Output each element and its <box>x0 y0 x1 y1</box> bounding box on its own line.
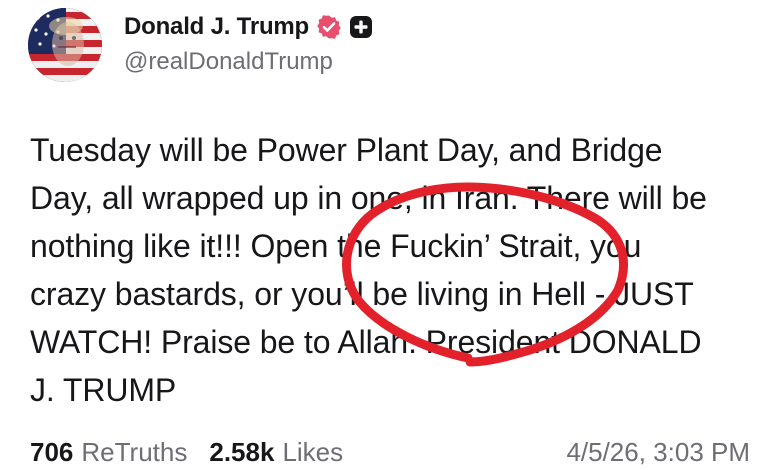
truth-post: Donald J. Trump @realDonaldTrump Tuesday… <box>0 0 780 470</box>
retruths-count: 706 <box>30 437 74 467</box>
likes-count: 2.58k <box>209 437 275 467</box>
retruths-label: ReTruths <box>81 437 188 467</box>
post-body-text: Tuesday will be Power Plant Day, and Bri… <box>30 132 707 408</box>
flag-portrait-avatar-icon <box>28 8 102 82</box>
post-header: Donald J. Trump @realDonaldTrump <box>124 10 373 76</box>
author-name-row: Donald J. Trump <box>124 10 373 44</box>
retruths-stat[interactable]: 706 ReTruths <box>30 437 187 468</box>
post-timestamp[interactable]: 4/5/26, 3:03 PM <box>566 437 750 468</box>
likes-label: Likes <box>282 437 344 467</box>
author-display-name[interactable]: Donald J. Trump <box>124 13 309 41</box>
likes-stat[interactable]: 2.58k Likes <box>209 437 343 468</box>
avatar[interactable] <box>28 8 102 82</box>
author-handle[interactable]: @realDonaldTrump <box>124 48 373 76</box>
plus-badge-icon <box>349 15 373 39</box>
post-footer: 706 ReTruths 2.58k Likes 4/5/26, 3:03 PM <box>30 437 750 470</box>
verified-badge-icon <box>316 14 342 40</box>
